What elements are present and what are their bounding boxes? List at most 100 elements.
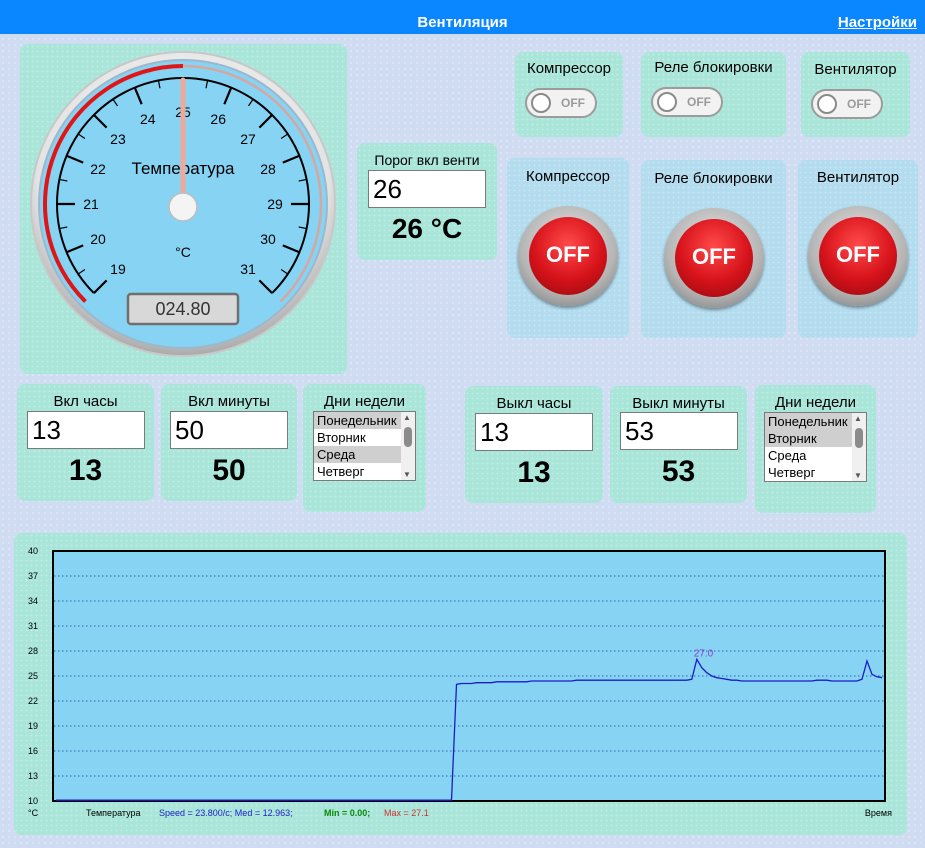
chart-x-label: Время bbox=[865, 808, 892, 818]
threshold-display: 26 °C bbox=[391, 213, 463, 244]
scroll-down-icon[interactable]: ▼ bbox=[854, 471, 862, 480]
chart-y-tick-label: 34 bbox=[28, 596, 38, 606]
button-state: OFF bbox=[546, 242, 590, 267]
chart-peak-label: 27.0 bbox=[694, 648, 714, 659]
temperature-gauge: 19202122232425262728293031 Температура °… bbox=[30, 51, 336, 357]
gauge-tick-label: 24 bbox=[140, 111, 156, 127]
chart-plot-area bbox=[52, 550, 886, 802]
toggle-state: OFF bbox=[687, 95, 711, 109]
on-days-panel: Дни недели Понедельник Вторник Среда Чет… bbox=[303, 384, 426, 512]
listbox-scrollbar[interactable]: ▲ ▼ bbox=[401, 412, 415, 480]
chart-y-tick-label: 16 bbox=[28, 746, 38, 756]
off-minutes-label: Выкл минуты bbox=[632, 395, 725, 412]
gauge-tick-label: 26 bbox=[210, 111, 226, 127]
scroll-up-icon[interactable]: ▲ bbox=[403, 413, 411, 422]
off-hours-display: 13 bbox=[517, 456, 551, 489]
list-item[interactable]: Среда bbox=[314, 446, 415, 463]
gauge-tick-label: 30 bbox=[260, 231, 276, 247]
gauge-tick-label: 19 bbox=[110, 261, 126, 277]
scroll-thumb[interactable] bbox=[404, 427, 412, 447]
top-bar: Вентиляция Настройки bbox=[0, 0, 925, 34]
chart-y-tick-label: 13 bbox=[28, 771, 38, 781]
toggle-knob bbox=[657, 92, 677, 112]
list-item[interactable]: Понедельник bbox=[314, 412, 415, 429]
on-hours-input[interactable]: 13 bbox=[27, 411, 145, 449]
on-minutes-input[interactable]: 50 bbox=[170, 411, 288, 449]
toggle-label-compressor: Компрессор bbox=[526, 60, 612, 77]
fan-toggle[interactable]: OFF bbox=[811, 89, 883, 119]
temperature-chart: 10 13 16 19 22 25 28 31 34 37 40 27.0 °C Температу… bbox=[28, 546, 892, 818]
scroll-down-icon[interactable]: ▼ bbox=[403, 470, 411, 479]
on-days-label: Дни недели bbox=[323, 393, 405, 410]
threshold-label: Порог вкл венти bbox=[374, 152, 480, 168]
relay-toggle[interactable]: OFF bbox=[651, 87, 723, 117]
off-days-label: Дни недели bbox=[774, 394, 856, 411]
page-title: Вентиляция bbox=[417, 14, 508, 31]
chart-y-tick-label: 31 bbox=[28, 621, 38, 631]
button-label-fan: Вентилятор bbox=[816, 169, 900, 186]
button-panel-relay: Реле блокировки OFF bbox=[641, 160, 786, 338]
list-item[interactable]: Среда bbox=[765, 447, 866, 464]
relay-button[interactable]: OFF bbox=[664, 208, 764, 308]
toggle-state: OFF bbox=[561, 96, 585, 110]
toggle-knob bbox=[531, 93, 551, 113]
gauge-tick-label: 29 bbox=[267, 196, 283, 212]
threshold-input[interactable]: 26 bbox=[368, 170, 486, 208]
on-days-listbox[interactable]: Понедельник Вторник Среда Четверг ▲ ▼ bbox=[313, 411, 416, 481]
on-hours-panel: Вкл часы 13 13 bbox=[17, 384, 154, 501]
chart-y-tick-label: 10 bbox=[28, 796, 38, 806]
toggle-knob bbox=[817, 94, 837, 114]
on-minutes-display: 50 bbox=[212, 454, 246, 487]
listbox-scrollbar[interactable]: ▲ ▼ bbox=[852, 413, 866, 481]
button-label-compressor: Компрессор bbox=[525, 168, 611, 185]
off-minutes-input[interactable]: 53 bbox=[620, 412, 738, 450]
chart-speed-stats: Speed = 23.800/c; Med = 12.963; bbox=[159, 808, 293, 818]
chart-unit-label: °C bbox=[28, 808, 39, 818]
gauge-hub bbox=[168, 192, 198, 222]
toggle-label-relay: Реле блокировки bbox=[654, 59, 773, 76]
list-item[interactable]: Четверг bbox=[314, 463, 415, 480]
fan-button[interactable]: OFF bbox=[808, 206, 908, 306]
chart-panel: 10 13 16 19 22 25 28 31 34 37 40 27.0 °C Температу… bbox=[14, 533, 907, 835]
chart-min-stat: Min = 0.00; bbox=[324, 808, 370, 818]
off-hours-input[interactable]: 13 bbox=[475, 413, 593, 451]
off-hours-panel: Выкл часы 13 13 bbox=[465, 386, 603, 503]
compressor-toggle[interactable]: OFF bbox=[525, 88, 597, 118]
list-item[interactable]: Вторник bbox=[314, 429, 415, 446]
on-hours-label: Вкл часы bbox=[53, 393, 118, 410]
chart-y-tick-label: 22 bbox=[28, 696, 38, 706]
chart-y-tick-label: 28 bbox=[28, 646, 38, 656]
gauge-tick-label: 20 bbox=[90, 231, 106, 247]
off-hours-label: Выкл часы bbox=[496, 395, 572, 412]
toggle-state: OFF bbox=[847, 97, 871, 111]
threshold-panel: Порог вкл венти 26 26 °C bbox=[357, 143, 497, 260]
off-days-panel: Дни недели Понедельник Вторник Среда Чет… bbox=[755, 385, 876, 513]
toggle-panel-relay: Реле блокировки OFF bbox=[641, 52, 786, 137]
button-label-relay: Реле блокировки bbox=[654, 170, 773, 187]
chart-y-tick-label: 19 bbox=[28, 721, 38, 731]
chart-y-tick-labels: 10 13 16 19 22 25 28 31 34 37 40 bbox=[28, 546, 38, 806]
chart-y-tick-label: 25 bbox=[28, 671, 38, 681]
chart-max-stat: Max = 27.1 bbox=[384, 808, 429, 818]
list-item[interactable]: Четверг bbox=[765, 464, 866, 481]
scroll-up-icon[interactable]: ▲ bbox=[854, 414, 862, 423]
on-hours-display: 13 bbox=[68, 454, 103, 487]
toggle-label-fan: Вентилятор bbox=[814, 61, 897, 78]
chart-series-name: Температура bbox=[86, 808, 141, 818]
gauge-tick-label: 23 bbox=[110, 131, 126, 147]
chart-y-tick-label: 40 bbox=[28, 546, 38, 556]
gauge-digital-display: 024.80 bbox=[155, 299, 210, 319]
scroll-thumb[interactable] bbox=[855, 428, 863, 448]
gauge-tick-label: 27 bbox=[240, 131, 256, 147]
button-panel-fan: Вентилятор OFF bbox=[798, 160, 918, 338]
list-item[interactable]: Понедельник bbox=[765, 413, 866, 430]
off-days-listbox[interactable]: Понедельник Вторник Среда Четверг ▲ ▼ bbox=[764, 412, 867, 482]
list-item[interactable]: Вторник bbox=[765, 430, 866, 447]
off-minutes-panel: Выкл минуты 53 53 bbox=[610, 386, 747, 503]
button-panel-compressor: Компрессор OFF bbox=[507, 158, 629, 338]
compressor-button[interactable]: OFF bbox=[518, 206, 618, 306]
toggle-panel-compressor: Компрессор OFF bbox=[515, 52, 623, 137]
chart-y-tick-label: 37 bbox=[28, 571, 38, 581]
settings-link[interactable]: Настройки bbox=[838, 14, 917, 31]
off-minutes-display: 53 bbox=[661, 455, 696, 488]
